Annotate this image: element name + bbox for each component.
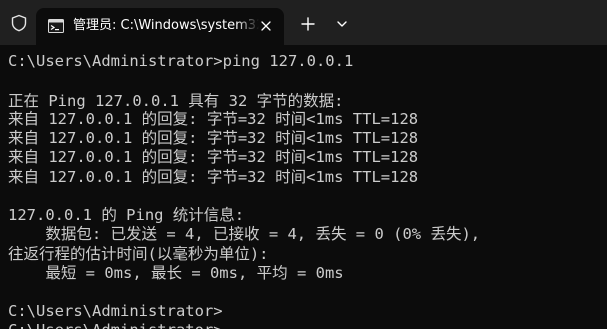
console-line: 往返行程的估计时间(以毫秒为单位): [8, 245, 269, 263]
console-line: 正在 Ping 127.0.0.1 具有 32 字节的数据: [8, 92, 344, 110]
console-line: 127.0.0.1 的 Ping 统计信息: [8, 206, 245, 224]
tab-title: 管理员: C:\Windows\system32\cmd.exe [73, 18, 259, 33]
console-line: 数据包: 已发送 = 4, 已接收 = 4, 丢失 = 0 (0% 丢失), [8, 225, 481, 243]
console-line: 最短 = 0ms, 最长 = 0ms, 平均 = 0ms [8, 264, 344, 282]
console-line: C:\Users\Administrator> [8, 320, 223, 329]
console-line: 来自 127.0.0.1 的回复: 字节=32 时间<1ms TTL=128 [8, 110, 419, 128]
console-line: 来自 127.0.0.1 的回复: 字节=32 时间<1ms TTL=128 [8, 148, 419, 166]
console-line: C:\Users\Administrator> [8, 302, 223, 320]
console-output[interactable]: C:\Users\Administrator>ping 127.0.0.1 正在… [0, 45, 607, 329]
shield-icon [11, 14, 27, 32]
console-line: 来自 127.0.0.1 的回复: 字节=32 时间<1ms TTL=128 [8, 168, 419, 186]
plus-icon[interactable] [296, 12, 320, 36]
chevron-down-icon[interactable] [331, 12, 353, 36]
title-bar: 管理员: C:\Windows\system32\cmd.exe [0, 0, 607, 45]
close-icon[interactable] [258, 18, 274, 34]
tab-cmd[interactable]: 管理员: C:\Windows\system32\cmd.exe [36, 8, 284, 45]
console-line: 来自 127.0.0.1 的回复: 字节=32 时间<1ms TTL=128 [8, 129, 419, 147]
console-line: C:\Users\Administrator>ping 127.0.0.1 [8, 52, 354, 70]
console-icon [48, 19, 64, 33]
